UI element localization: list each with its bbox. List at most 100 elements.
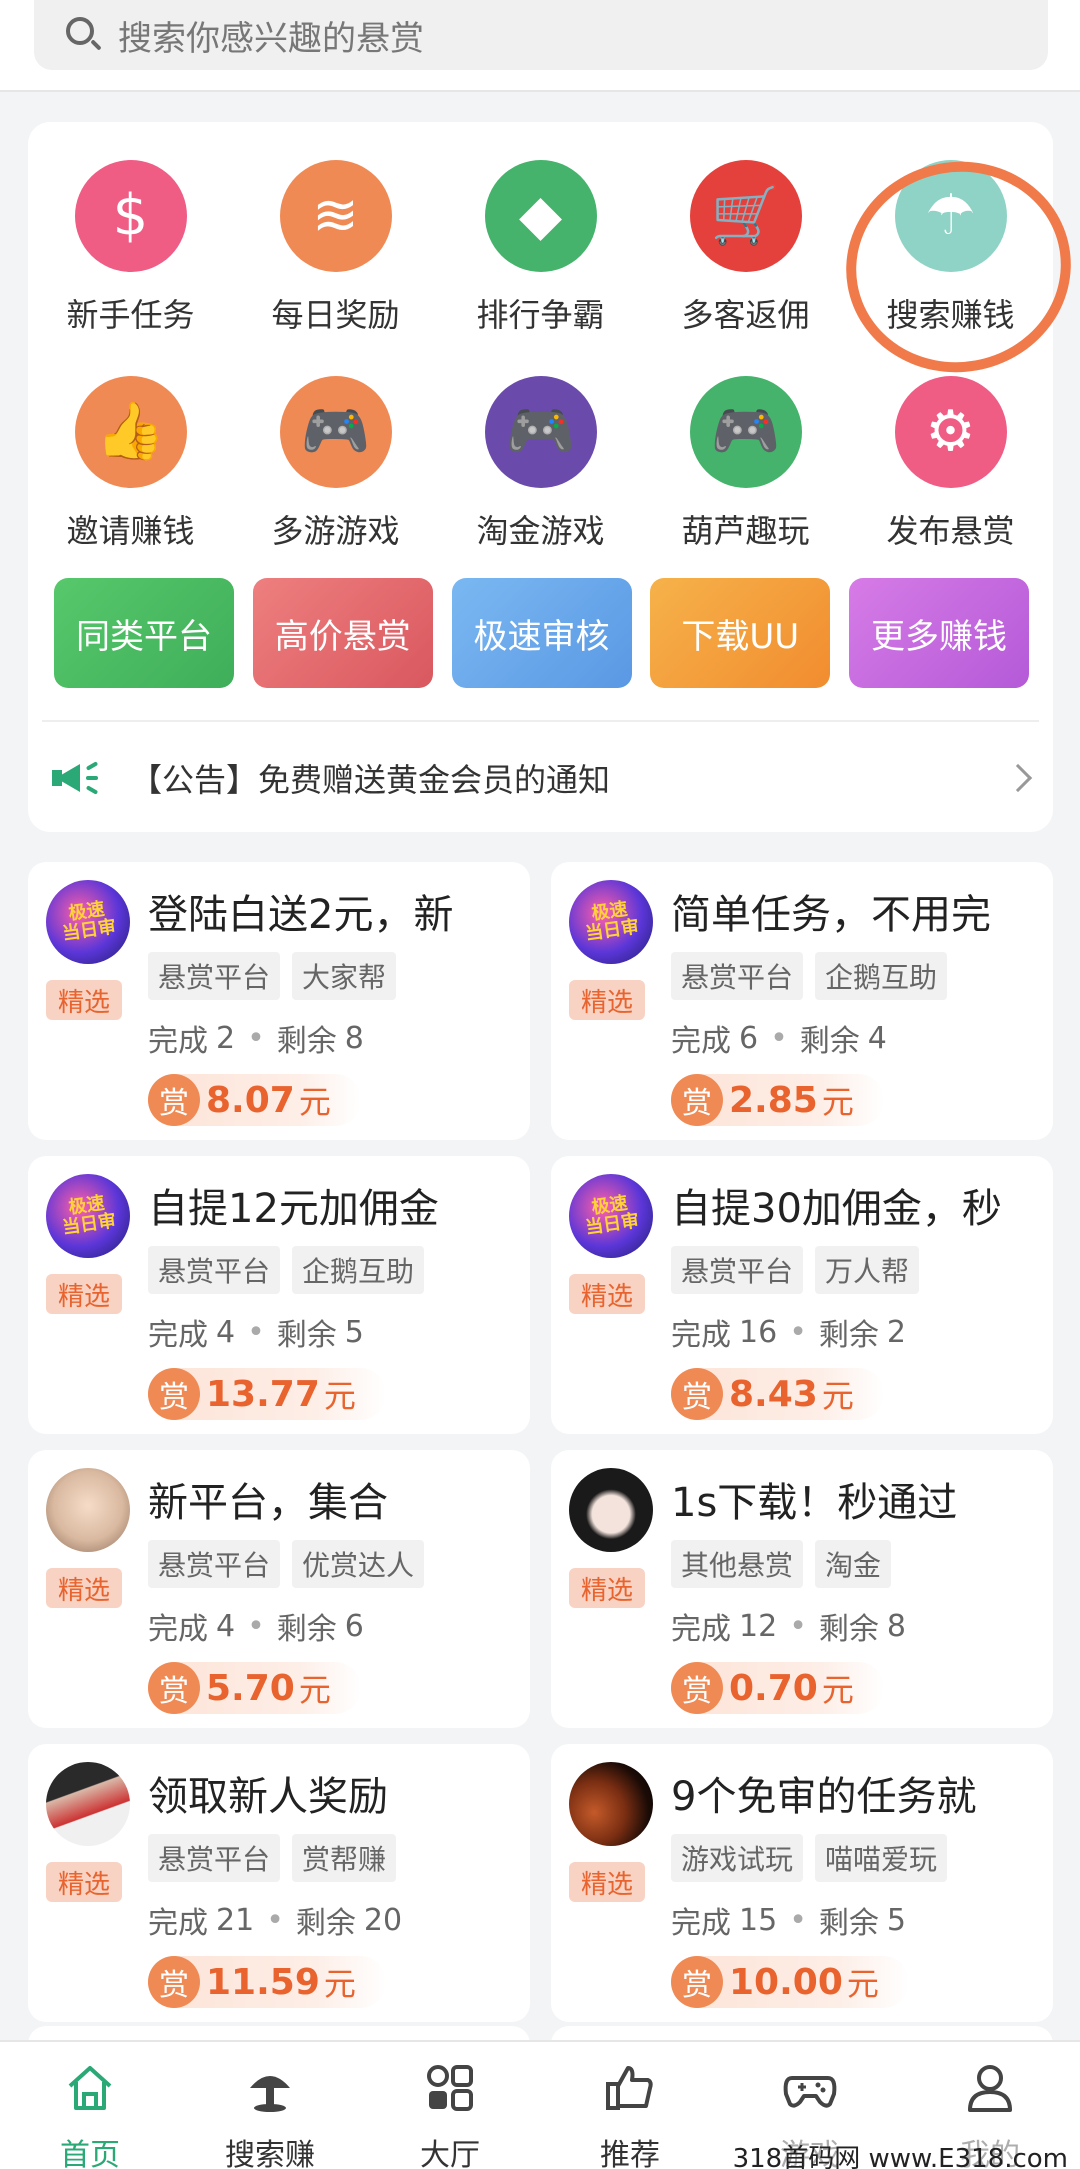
done-count: 6: [739, 1020, 759, 1056]
search-input[interactable]: 搜索你感兴趣的悬赏: [118, 11, 424, 60]
feature-item[interactable]: ⚙ 发布悬赏: [848, 376, 1053, 552]
reward-row: 赏 0.70 元: [671, 1662, 884, 1714]
notice-row[interactable]: 【公告】免费赠送黄金会员的通知: [52, 748, 1042, 808]
quick-link-button[interactable]: 更多赚钱: [849, 578, 1029, 688]
reward-coin-icon: 赏: [148, 1956, 200, 2008]
reward-coin-icon: 赏: [671, 1662, 723, 1714]
avatar: [569, 1468, 653, 1552]
done-label: 完成: [671, 1318, 731, 1353]
task-stats: 完成 21 • 剩余 20: [148, 1898, 402, 1942]
nav-item[interactable]: 大厅: [360, 2042, 540, 2169]
featured-badge: 精选: [569, 1568, 645, 1608]
remaining-count: 20: [363, 1902, 403, 1938]
task-card[interactable]: 极速 当日审 精选 登陆白送2元，新 悬赏平台 大家帮 完成 2 • 剩余 8 赏 8.07 元: [28, 862, 530, 1140]
task-tag: 悬赏平台: [148, 1540, 281, 1588]
nav-item[interactable]: 搜索赚: [180, 2042, 360, 2169]
nav-item[interactable]: 首页: [0, 2042, 180, 2169]
task-stats: 完成 12 • 剩余 8: [671, 1604, 906, 1648]
task-card[interactable]: 极速 当日审 精选 简单任务，不用完 悬赏平台 企鹅互助 完成 6 • 剩余 4 赏 2.85 元: [551, 862, 1053, 1140]
remaining-count: 8: [886, 1608, 906, 1644]
task-tag: 其他悬赏: [671, 1540, 804, 1588]
featured-badge: 精选: [46, 980, 122, 1020]
avatar-text: 极速 当日审: [583, 898, 641, 945]
quick-link-button[interactable]: 高价悬赏: [252, 578, 433, 688]
divider: [42, 720, 1039, 722]
feature-item[interactable]: $ 新手任务: [28, 160, 233, 336]
remaining-label: 剩余: [295, 1906, 356, 1941]
watermark: 318首码网 www.E318.com: [728, 2138, 1072, 2169]
remaining-label: 剩余: [276, 1612, 337, 1647]
task-tag: 优赏达人: [292, 1540, 425, 1588]
task-list: 极速 当日审 精选 登陆白送2元，新 悬赏平台 大家帮 完成 2 • 剩余 8 赏 8.07 元极速 当…: [28, 862, 1053, 2022]
done-label: 完成: [671, 1612, 731, 1647]
nav-item[interactable]: 推荐: [540, 2042, 720, 2169]
done-label: 完成: [148, 1612, 208, 1647]
reward-row: 赏 10.00 元: [671, 1956, 909, 2008]
quick-link-button[interactable]: 极速审核: [451, 578, 632, 688]
task-stats: 完成 4 • 剩余 5: [148, 1310, 364, 1354]
hall-icon: [422, 2060, 478, 2116]
featured-badge: 精选: [46, 1568, 122, 1608]
task-tag: 淘金: [815, 1540, 892, 1588]
feature-item[interactable]: 👍 邀请赚钱: [28, 376, 233, 552]
remaining-count: 2: [886, 1314, 906, 1350]
task-tag: 悬赏平台: [148, 952, 281, 1000]
remaining-count: 4: [867, 1020, 887, 1056]
avatar: 极速 当日审: [46, 880, 130, 964]
tag-row: 其他悬赏 淘金: [671, 1540, 892, 1588]
feature-label: 淘金游戏: [476, 512, 605, 550]
search-bar[interactable]: 搜索你感兴趣的悬赏: [34, 0, 1048, 70]
remaining-label: 剩余: [818, 1612, 879, 1647]
task-tag: 悬赏平台: [148, 1834, 281, 1882]
featured-badge: 精选: [569, 980, 645, 1020]
reward-row: 赏 13.77 元: [148, 1368, 386, 1420]
task-card[interactable]: 极速 当日审 精选 自提30加佣金，秒 悬赏平台 万人帮 完成 16 • 剩余 2 赏 8.43 元: [551, 1156, 1053, 1434]
search-earn-icon: [242, 2060, 298, 2116]
feature-item[interactable]: 🛒 多客返佣: [643, 160, 848, 336]
separator-dot: •: [247, 1020, 265, 1056]
task-card[interactable]: 精选 领取新人奖励 悬赏平台 赏帮赚 完成 21 • 剩余 20 赏 11.59 元: [28, 1744, 530, 2022]
avatar: 极速 当日审: [569, 1174, 653, 1258]
feature-item[interactable]: ◆ 排行争霸: [438, 160, 643, 336]
remaining-label: 剩余: [276, 1318, 337, 1353]
avatar-text: 极速 当日审: [60, 898, 118, 945]
featured-badge: 精选: [569, 1862, 645, 1902]
task-title: 自提30加佣金，秒: [671, 1186, 1002, 1232]
chevron-right-icon: [1003, 763, 1033, 793]
done-label: 完成: [148, 1024, 208, 1059]
feature-item[interactable]: 🎮 淘金游戏: [438, 376, 643, 552]
task-title: 自提12元加佣金: [148, 1186, 439, 1232]
task-card[interactable]: 极速 当日审 精选 自提12元加佣金 悬赏平台 企鹅互助 完成 4 • 剩余 5 赏 13.77 元: [28, 1156, 530, 1434]
featured-badge: 精选: [46, 1862, 122, 1902]
feature-item[interactable]: ≋ 每日奖励: [233, 160, 438, 336]
remaining-label: 剩余: [799, 1024, 860, 1059]
task-stats: 完成 6 • 剩余 4: [671, 1016, 887, 1060]
featured-badge: 精选: [46, 1274, 122, 1314]
done-count: 2: [216, 1020, 236, 1056]
task-tag: 游戏试玩: [671, 1834, 804, 1882]
nav-label: 推荐: [600, 2138, 660, 2169]
reward-row: 赏 5.70 元: [148, 1662, 361, 1714]
avatar: 极速 当日审: [46, 1174, 130, 1258]
gamepad-icon: 🎮: [689, 376, 802, 488]
avatar-text: 极速 当日审: [60, 1192, 118, 1239]
reward-amount: 5.70: [206, 1667, 295, 1709]
reward-coin-icon: 赏: [148, 1662, 200, 1714]
task-card[interactable]: 精选 9个免审的任务就 游戏试玩 喵喵爱玩 完成 15 • 剩余 5 赏 10.00 元: [551, 1744, 1053, 2022]
quick-link-button[interactable]: 同类平台: [54, 578, 234, 688]
reward-amount: 2.85: [729, 1079, 818, 1121]
share-nodes-icon: ⚙: [894, 376, 1007, 488]
diamond-icon: ◆: [484, 160, 597, 272]
feature-item[interactable]: 🎮 多游游戏: [233, 376, 438, 552]
reward-unit: 元: [298, 1671, 331, 1709]
quick-link-button[interactable]: 下载UU: [650, 578, 831, 688]
tag-row: 悬赏平台 大家帮: [148, 952, 397, 1000]
done-count: 15: [739, 1902, 778, 1938]
tag-row: 游戏试玩 喵喵爱玩: [671, 1834, 948, 1882]
feature-item[interactable]: 🎮 葫芦趣玩: [643, 376, 848, 552]
reward-unit: 元: [323, 1965, 356, 2003]
task-card[interactable]: 精选 新平台，集合 悬赏平台 优赏达人 完成 4 • 剩余 6 赏 5.70 元: [28, 1450, 530, 1728]
task-card[interactable]: 精选 1s下载！秒通过 其他悬赏 淘金 完成 12 • 剩余 8 赏 0.70 元: [551, 1450, 1053, 1728]
done-count: 4: [216, 1314, 236, 1350]
feature-label: 多客返佣: [681, 296, 810, 334]
